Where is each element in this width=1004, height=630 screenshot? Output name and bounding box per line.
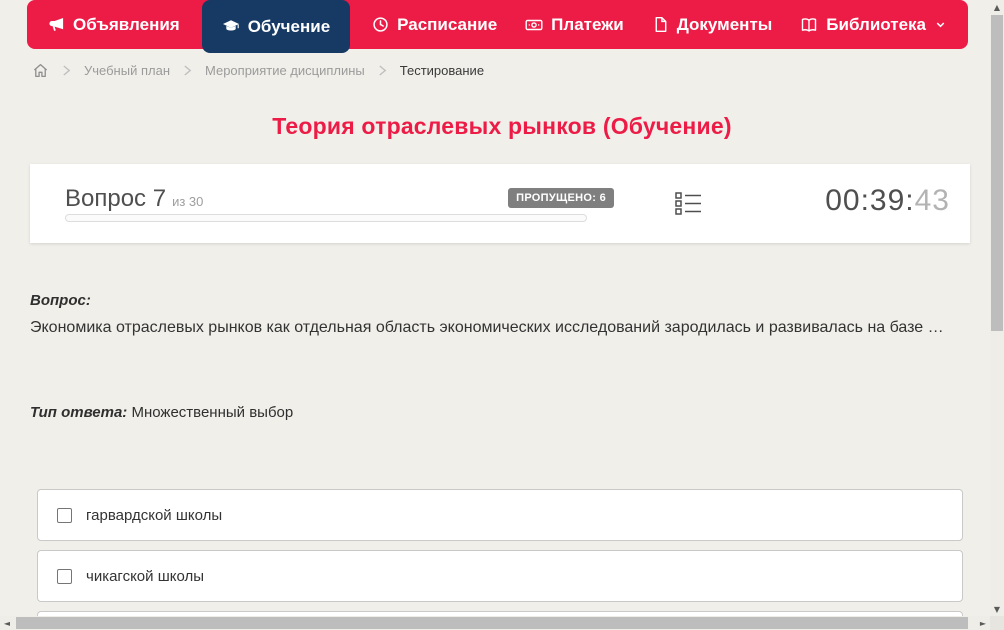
open-book-icon [800, 16, 818, 34]
graduation-cap-icon [222, 18, 240, 36]
answer-option-label: гарвардской школы [86, 506, 223, 524]
scroll-up-arrow-icon[interactable]: ▲ [990, 0, 1004, 14]
nav-item-label: Объявления [73, 14, 180, 34]
scroll-left-arrow-icon[interactable]: ◄ [0, 616, 14, 630]
question-list-icon[interactable] [675, 190, 702, 222]
scroll-down-arrow-icon[interactable]: ▼ [990, 602, 1004, 616]
question-text: Экономика отраслевых рынков как отдельна… [30, 319, 944, 336]
progress-bar [65, 214, 587, 222]
clock-icon [372, 16, 389, 33]
vertical-scrollbar[interactable]: ▲ ▼ [990, 0, 1004, 616]
timer-seconds: 43 [914, 184, 950, 217]
nav-item-label: Библиотека [826, 14, 926, 34]
vertical-scrollbar-thumb[interactable] [991, 15, 1003, 331]
breadcrumb-item-testing: Тестирование [399, 63, 485, 78]
top-nav: Объявления Обучение Расписание Платежи Д… [27, 0, 968, 53]
breadcrumb-item-discipline-event[interactable]: Мероприятие дисциплины [205, 63, 365, 78]
answer-type-line: Тип ответа: Множественный выбор [30, 404, 293, 421]
answer-option-harvard[interactable]: гарвардской школы [37, 489, 963, 541]
horizontal-scrollbar-thumb[interactable] [16, 617, 968, 629]
chevron-right-icon [378, 65, 387, 76]
timer: 00:39:43 [825, 184, 950, 218]
answer-type-value: Множественный выбор [131, 404, 294, 421]
question-panel: Вопрос 7 из 30 ПРОПУЩЕНО: 6 00:39:43 [30, 164, 970, 243]
nav-item-training[interactable]: Обучение [201, 0, 351, 53]
question-total-label: из 30 [172, 194, 204, 209]
home-icon[interactable] [32, 62, 49, 79]
scrollbar-corner [990, 616, 1004, 630]
nav-item-library[interactable]: Библиотека [800, 0, 947, 49]
nav-item-announcements[interactable]: Объявления [48, 0, 180, 49]
answer-option-label: чикагской школы [86, 567, 205, 585]
chevron-down-icon [934, 18, 947, 31]
nav-item-schedule[interactable]: Расписание [372, 0, 497, 49]
breadcrumb-item-curriculum[interactable]: Учебный план [84, 63, 170, 78]
megaphone-icon [48, 16, 65, 33]
banknote-icon [525, 16, 543, 34]
nav-item-documents[interactable]: Документы [652, 0, 773, 49]
nav-item-label: Обучение [247, 16, 331, 36]
question-number: Вопрос 7 из 30 [65, 185, 203, 213]
question-label: Вопрос: [30, 292, 91, 309]
answer-options: гарвардской школы чикагской школы [37, 489, 963, 630]
scroll-right-arrow-icon[interactable]: ► [976, 616, 990, 630]
checkbox[interactable] [57, 507, 72, 523]
nav-item-label: Расписание [397, 14, 498, 34]
question-number-label: Вопрос 7 [65, 185, 167, 212]
page-title: Теория отраслевых рынков (Обучение) [272, 113, 732, 139]
document-icon [652, 16, 669, 33]
horizontal-scrollbar[interactable]: ◄ ► [0, 616, 990, 630]
breadcrumb: Учебный план Мероприятие дисциплины Тест… [32, 62, 484, 79]
chevron-right-icon [183, 65, 192, 76]
app-window: Объявления Обучение Расписание Платежи Д… [0, 0, 1004, 630]
checkbox[interactable] [57, 568, 72, 584]
nav-item-label: Платежи [551, 14, 624, 34]
answer-type-label: Тип ответа: [30, 404, 128, 421]
nav-item-payments[interactable]: Платежи [525, 0, 624, 49]
chevron-right-icon [62, 65, 71, 76]
timer-hours-minutes: 00:39: [825, 184, 915, 217]
nav-item-label: Документы [676, 14, 773, 34]
answer-option-chicago[interactable]: чикагской школы [37, 550, 963, 602]
skipped-badge: ПРОПУЩЕНО: 6 [508, 188, 614, 208]
